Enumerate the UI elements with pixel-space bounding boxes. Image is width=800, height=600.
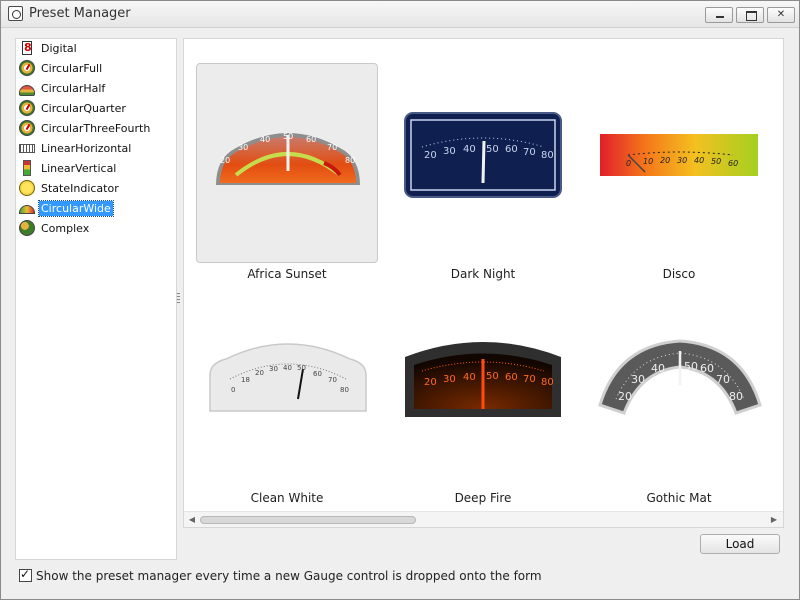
preset-card-africa-sunset[interactable]: 20 30 40 50 60 70 80 Africa Sunset bbox=[196, 63, 378, 281]
scale-label: 60 bbox=[313, 370, 322, 378]
preset-name: Africa Sunset bbox=[247, 267, 327, 281]
preset-card-deep-fire[interactable]: 20 30 40 50 60 70 80 Deep Fire bbox=[392, 287, 574, 505]
state-indicator-icon bbox=[19, 180, 35, 196]
close-icon: ✕ bbox=[776, 9, 786, 20]
scale-label: 80 bbox=[340, 386, 349, 394]
scale-label: 50 bbox=[486, 144, 499, 155]
scroll-left-icon[interactable]: ◀ bbox=[186, 514, 198, 526]
scale-label: 70 bbox=[328, 376, 337, 384]
preset-name: Disco bbox=[662, 267, 696, 281]
scale-label: 50 bbox=[711, 157, 722, 166]
preset-name: Gothic Mat bbox=[646, 491, 712, 505]
preset-manager-window: Preset Manager ✕ Digital CircularFull Ci… bbox=[0, 0, 800, 600]
scale-label: 70 bbox=[523, 374, 536, 385]
minimize-button[interactable] bbox=[705, 7, 733, 23]
scale-label: 60 bbox=[728, 159, 739, 168]
scale-label: 60 bbox=[505, 144, 518, 155]
circular-full-gauge-icon bbox=[19, 60, 35, 76]
preset-card-clean-white[interactable]: 0 18 20 30 40 50 60 70 80 Clean White bbox=[196, 287, 378, 505]
scale-label: 30 bbox=[631, 373, 645, 386]
preset-card-dark-night[interactable]: 20 30 40 50 60 70 80 Dark Night bbox=[392, 63, 574, 281]
complex-gauge-icon bbox=[19, 220, 35, 236]
app-icon bbox=[8, 6, 23, 21]
linear-vertical-gauge-icon bbox=[23, 160, 31, 176]
tree-item-circular-three-fourth[interactable]: CircularThreeFourth bbox=[19, 119, 152, 137]
scale-label: 70 bbox=[327, 143, 338, 152]
scale-label: 50 bbox=[297, 364, 306, 372]
tree-item-circular-half[interactable]: CircularHalf bbox=[19, 79, 107, 97]
preset-gallery[interactable]: 20 30 40 50 60 70 80 Africa Sunset 20 30… bbox=[183, 38, 784, 528]
splitter-grip[interactable] bbox=[177, 293, 180, 305]
scale-label: 60 bbox=[505, 372, 518, 383]
tree-item-circular-full[interactable]: CircularFull bbox=[19, 59, 104, 77]
scale-label: 80 bbox=[345, 156, 356, 165]
scale-label: 30 bbox=[443, 146, 456, 157]
scale-label: 20 bbox=[424, 150, 437, 161]
scale-label: 20 bbox=[618, 390, 632, 403]
digital-gauge-icon bbox=[22, 41, 32, 55]
scale-label: 0 bbox=[626, 159, 632, 168]
scroll-right-icon[interactable]: ▶ bbox=[768, 514, 780, 526]
gothic-mat-gauge-preview bbox=[598, 339, 762, 415]
gauge-type-tree[interactable]: Digital CircularFull CircularHalf Circul… bbox=[15, 38, 177, 560]
tree-item-state-indicator[interactable]: StateIndicator bbox=[19, 179, 121, 197]
scale-label: 30 bbox=[677, 156, 688, 165]
tree-item-circular-quarter[interactable]: CircularQuarter bbox=[19, 99, 128, 117]
scale-label: 60 bbox=[306, 135, 317, 144]
scale-label: 40 bbox=[283, 364, 292, 372]
circular-wide-gauge-icon bbox=[19, 205, 35, 214]
scale-label: 10 bbox=[643, 157, 654, 166]
scrollbar-thumb[interactable] bbox=[200, 516, 416, 524]
scale-label: 40 bbox=[651, 362, 665, 375]
scale-label: 50 bbox=[486, 371, 499, 382]
scale-label: 0 bbox=[231, 386, 236, 394]
preset-name: Dark Night bbox=[450, 267, 516, 281]
scale-label: 20 bbox=[255, 369, 264, 377]
scale-label: 50 bbox=[684, 360, 698, 373]
tree-item-digital[interactable]: Digital bbox=[19, 39, 79, 57]
scale-label: 80 bbox=[729, 390, 743, 403]
show-preset-manager-checkbox[interactable] bbox=[19, 567, 32, 582]
scale-label: 70 bbox=[716, 373, 730, 386]
scale-label: 60 bbox=[700, 362, 714, 375]
scale-label: 80 bbox=[541, 377, 554, 388]
scale-label: 40 bbox=[260, 135, 271, 144]
window-title: Preset Manager bbox=[29, 6, 131, 21]
circular-quarter-gauge-icon bbox=[19, 100, 35, 116]
scale-label: 70 bbox=[523, 147, 536, 158]
scale-label: 80 bbox=[541, 150, 554, 161]
dark-night-gauge-preview bbox=[404, 112, 562, 198]
title-bar[interactable]: Preset Manager ✕ bbox=[1, 1, 799, 28]
tree-item-complex[interactable]: Complex bbox=[19, 219, 91, 237]
circular-three-fourth-gauge-icon bbox=[19, 120, 35, 136]
maximize-button[interactable] bbox=[736, 7, 764, 23]
tree-item-circular-wide[interactable]: CircularWide bbox=[19, 199, 114, 217]
preset-card-disco[interactable]: 0 10 20 30 40 50 60 Disco bbox=[588, 63, 770, 281]
linear-horizontal-gauge-icon bbox=[19, 143, 35, 153]
scale-label: 20 bbox=[424, 377, 437, 388]
show-preset-manager-label[interactable]: Show the preset manager every time a new… bbox=[36, 569, 542, 583]
horizontal-scrollbar[interactable]: ◀ ▶ bbox=[184, 511, 783, 527]
scale-label: 20 bbox=[220, 156, 231, 165]
preset-name: Deep Fire bbox=[454, 491, 512, 505]
scale-label: 18 bbox=[241, 376, 250, 384]
preset-name: Clean White bbox=[250, 491, 324, 505]
preset-card-gothic-mat[interactable]: 20 30 40 50 60 70 80 Gothic Mat bbox=[588, 287, 770, 505]
scale-label: 30 bbox=[443, 374, 456, 385]
load-button[interactable]: Load bbox=[700, 534, 780, 554]
scale-label: 40 bbox=[694, 156, 705, 165]
clean-white-gauge-preview bbox=[209, 343, 367, 412]
close-button[interactable]: ✕ bbox=[767, 7, 795, 23]
scale-label: 30 bbox=[269, 365, 278, 373]
tree-item-linear-horizontal[interactable]: LinearHorizontal bbox=[19, 139, 133, 157]
footer: Show the preset manager every time a new… bbox=[1, 564, 799, 599]
scale-label: 50 bbox=[283, 132, 294, 141]
circular-half-gauge-icon bbox=[19, 84, 35, 96]
scale-label: 30 bbox=[238, 143, 249, 152]
scale-label: 40 bbox=[463, 144, 476, 155]
scale-label: 20 bbox=[660, 156, 671, 165]
scale-label: 40 bbox=[463, 372, 476, 383]
tree-item-linear-vertical[interactable]: LinearVertical bbox=[19, 159, 118, 177]
